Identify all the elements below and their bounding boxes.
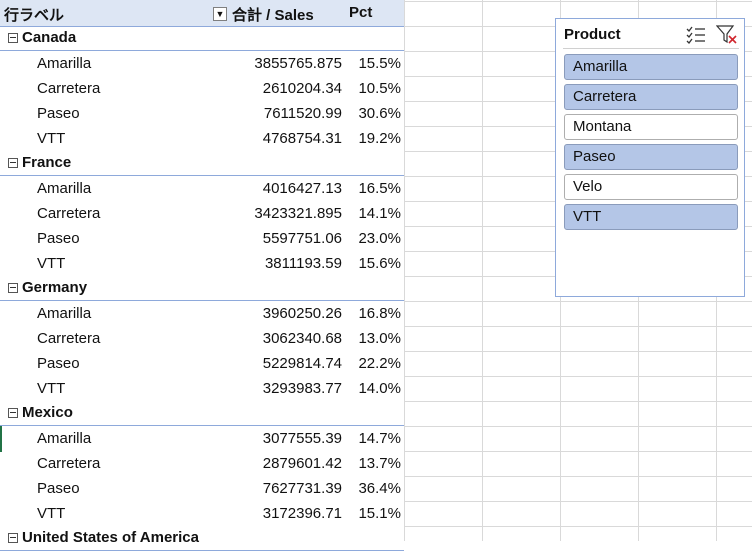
pct-header[interactable]: Pct (349, 4, 372, 21)
sales-value: 5229814.74 (262, 355, 342, 372)
slicer-title: Product (564, 26, 621, 43)
pivot-header-row: 行ラベル ▼ 合計 / Sales Pct (0, 0, 404, 27)
pct-value: 16.5% (358, 180, 401, 197)
group-label: Canada (22, 29, 77, 46)
item-label: Carretera (37, 205, 101, 222)
sales-value: 3855765.875 (254, 55, 342, 72)
pct-value: 30.6% (358, 105, 401, 122)
row-labels-header[interactable]: 行ラベル (4, 4, 64, 25)
pivot-item-row[interactable]: Amarilla 4016427.13 16.5% (0, 176, 404, 201)
item-label: Amarilla (37, 180, 92, 197)
pct-value: 22.2% (358, 355, 401, 372)
slicer-item-carretera[interactable]: Carretera (564, 84, 738, 110)
pivot-item-row[interactable]: Carretera 3423321.895 14.1% (0, 201, 404, 226)
item-label: Amarilla (37, 55, 92, 72)
item-label: Carretera (37, 330, 101, 347)
pivot-group-row[interactable]: France (0, 151, 404, 176)
slicer-item-amarilla[interactable]: Amarilla (564, 54, 738, 80)
sales-value: 3423321.895 (254, 205, 342, 222)
pct-value: 13.7% (358, 455, 401, 472)
sales-value: 3293983.77 (262, 380, 342, 397)
sales-value: 7627731.39 (262, 480, 342, 497)
pivot-item-row[interactable]: Carretera 2610204.34 10.5% (0, 76, 404, 101)
pivot-item-row[interactable]: Carretera 2879601.42 13.7% (0, 451, 404, 476)
pivot-group-row[interactable]: Mexico (0, 401, 404, 426)
slicer-item-paseo[interactable]: Paseo (564, 144, 738, 170)
item-label: Amarilla (37, 430, 92, 447)
pivot-item-row[interactable]: Paseo 5229814.74 22.2% (0, 351, 404, 376)
collapse-icon[interactable] (8, 533, 18, 543)
item-label: Carretera (37, 455, 101, 472)
pivot-item-row[interactable]: Paseo 7627731.39 36.4% (0, 476, 404, 501)
sales-value: 7611520.99 (263, 105, 342, 122)
pct-value: 14.1% (358, 205, 401, 222)
item-label: VTT (37, 130, 66, 147)
pct-value: 14.0% (358, 380, 401, 397)
pct-value: 13.0% (358, 330, 401, 347)
sales-value: 3077555.39 (262, 430, 342, 447)
pct-value: 15.6% (358, 255, 401, 272)
pivot-item-row[interactable]: Amarilla 3855765.875 15.5% (0, 51, 404, 76)
item-label: Paseo (37, 480, 80, 497)
collapse-icon[interactable] (8, 33, 18, 43)
pct-value: 15.5% (358, 55, 401, 72)
slicer-item-velo[interactable]: Velo (564, 174, 738, 200)
sales-value: 3062340.68 (262, 330, 342, 347)
collapse-icon[interactable] (8, 158, 18, 168)
slicer-divider (563, 48, 739, 49)
group-label: Germany (22, 279, 88, 296)
pivot-item-row[interactable]: Amarilla 3077555.39 14.7% (0, 426, 404, 451)
pct-value: 19.2% (358, 130, 401, 147)
pct-value: 10.5% (358, 80, 401, 97)
collapse-icon[interactable] (8, 408, 18, 418)
pivot-item-row[interactable]: VTT 3811193.59 15.6% (0, 251, 404, 276)
slicer-item-montana[interactable]: Montana (564, 114, 738, 140)
pivot-item-row[interactable]: VTT 3293983.77 14.0% (0, 376, 404, 401)
group-label: United States of America (22, 529, 199, 546)
pct-value: 16.8% (358, 305, 401, 322)
filter-dropdown-icon[interactable]: ▼ (213, 7, 227, 21)
item-label: Amarilla (37, 305, 92, 322)
sales-value: 4016427.13 (262, 180, 342, 197)
sales-value: 2879601.42 (262, 455, 342, 472)
active-row-marker (0, 426, 2, 452)
pivot-group-row[interactable]: Germany (0, 276, 404, 301)
item-label: Paseo (37, 355, 80, 372)
item-label: VTT (37, 255, 66, 272)
pivot-item-row[interactable]: Amarilla 3960250.26 16.8% (0, 301, 404, 326)
sales-header[interactable]: 合計 / Sales (232, 4, 314, 25)
sales-value: 3960250.26 (262, 305, 342, 322)
pivot-item-row[interactable]: Paseo 5597751.06 23.0% (0, 226, 404, 251)
pivot-group-row[interactable]: Canada (0, 26, 404, 51)
item-label: VTT (37, 380, 66, 397)
item-label: Paseo (37, 230, 80, 247)
clear-filter-icon[interactable] (715, 25, 738, 50)
pivot-item-row[interactable]: Paseo 7611520.99 30.6% (0, 101, 404, 126)
sales-value: 2610204.34 (262, 80, 342, 97)
pct-value: 15.1% (358, 505, 401, 522)
pivot-item-row[interactable]: VTT 4768754.31 19.2% (0, 126, 404, 151)
collapse-icon[interactable] (8, 283, 18, 293)
item-label: Carretera (37, 80, 101, 97)
sales-value: 4768754.31 (262, 130, 342, 147)
pct-value: 36.4% (358, 480, 401, 497)
group-label: Mexico (22, 404, 73, 421)
pivot-item-row[interactable]: VTT 3172396.71 15.1% (0, 501, 404, 526)
sales-value: 3172396.71 (262, 505, 342, 522)
item-label: VTT (37, 505, 66, 522)
item-label: Paseo (37, 105, 80, 122)
pct-value: 23.0% (358, 230, 401, 247)
product-slicer[interactable]: Product Amarilla Carretera Montana Paseo Vel… (555, 18, 745, 297)
pivot-item-row[interactable]: Carretera 3062340.68 13.0% (0, 326, 404, 351)
pct-value: 14.7% (358, 430, 401, 447)
pivot-group-row[interactable]: United States of America (0, 526, 404, 551)
multi-select-icon[interactable] (686, 26, 706, 49)
sales-value: 5597751.06 (262, 230, 342, 247)
pivot-table: 行ラベル ▼ 合計 / Sales Pct Canada Amarilla 3855… (0, 0, 404, 551)
sales-value: 3811193.59 (264, 255, 342, 272)
slicer-item-vtt[interactable]: VTT (564, 204, 738, 230)
group-label: France (22, 154, 72, 171)
